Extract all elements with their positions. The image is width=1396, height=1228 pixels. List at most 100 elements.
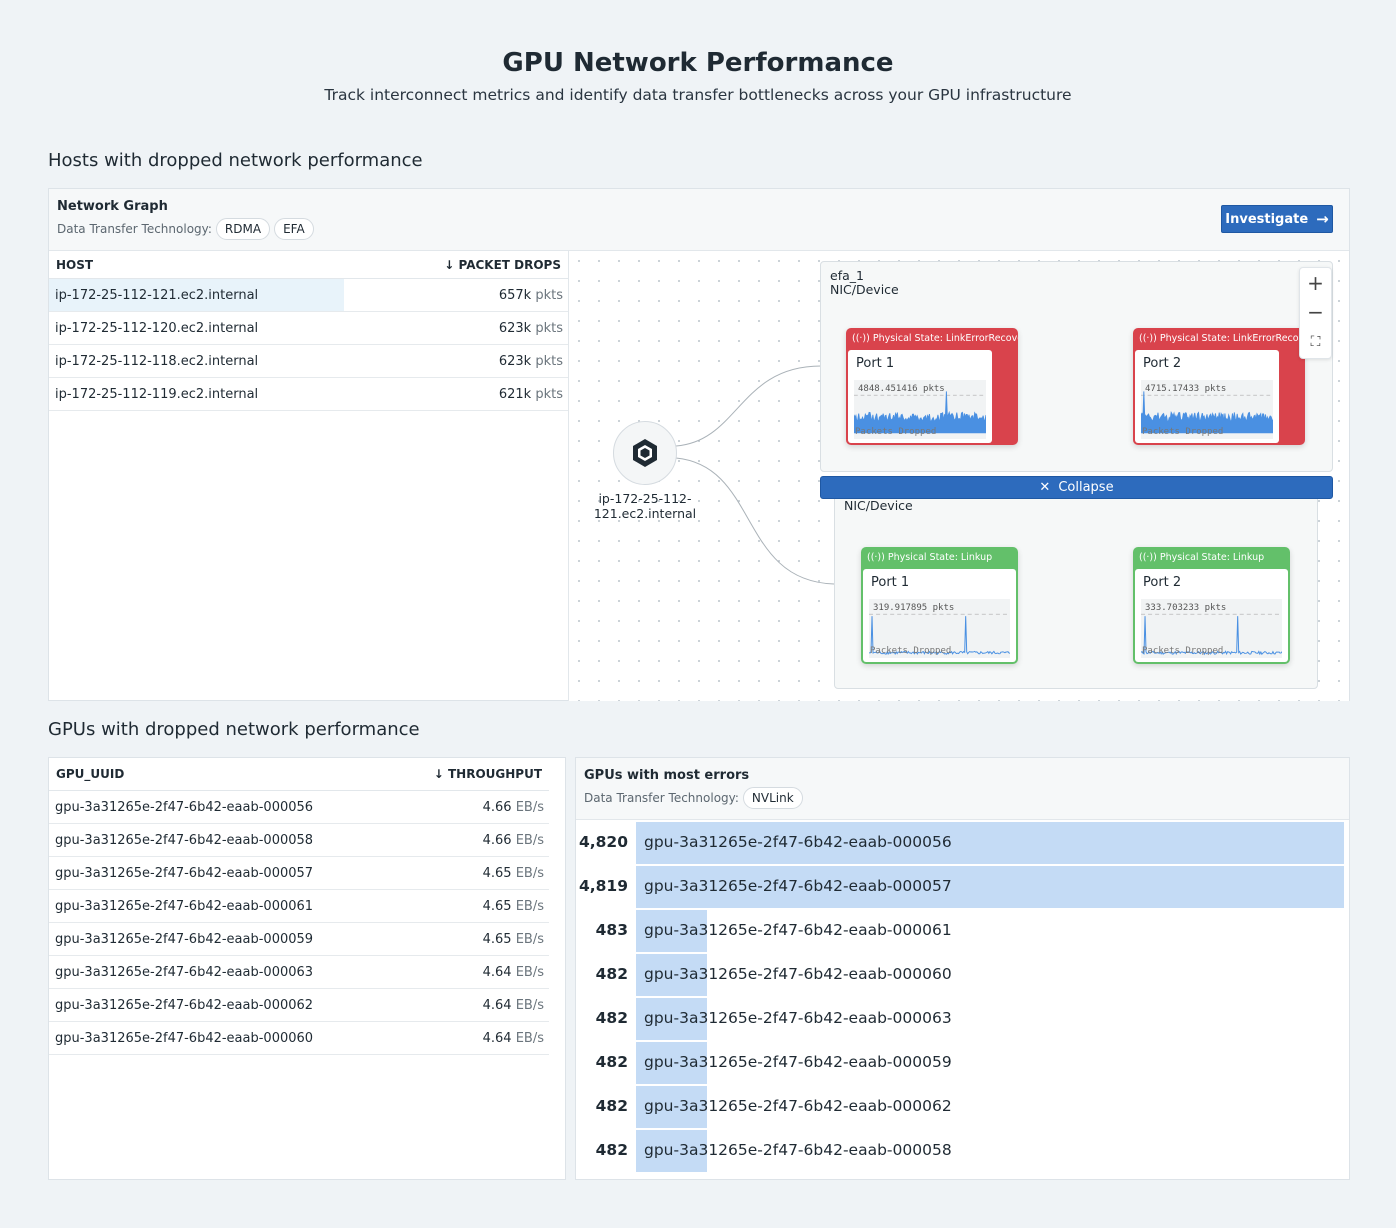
network-graph-panel: Network Graph Data Transfer Technology: … [48, 188, 1350, 701]
col-throughput[interactable]: ↓ THROUGHPUT [434, 767, 542, 781]
col-packet-drops[interactable]: ↓ PACKET DROPS [444, 258, 561, 272]
sparkline-line [1141, 391, 1273, 421]
zoom-out-icon[interactable]: − [1300, 298, 1331, 328]
gpu-uuid: gpu-3a31265e-2f47-6b42-eaab-000058 [55, 833, 313, 848]
edge-efa1 [676, 366, 821, 446]
error-gpu-uuid: gpu-3a31265e-2f47-6b42-eaab-000058 [644, 1141, 952, 1159]
error-count: 482 [576, 965, 628, 983]
gpu-uuid: gpu-3a31265e-2f47-6b42-eaab-000063 [55, 965, 313, 980]
chip-efa[interactable]: EFA [274, 218, 314, 240]
throughput: 4.64 EB/s [483, 998, 544, 1013]
signal-icon: ((·)) [852, 333, 870, 344]
host-node-label: ip-172-25-112-121.ec2.internal [579, 491, 711, 521]
investigate-button[interactable]: Investigate → [1221, 205, 1333, 233]
sparkline-metric: Packets Dropped [1142, 427, 1223, 437]
error-gpu-uuid: gpu-3a31265e-2f47-6b42-eaab-000060 [644, 965, 952, 983]
gpus-section-heading: GPUs with dropped network performance [48, 719, 420, 740]
packet-drops: 623k pkts [499, 354, 563, 369]
chip-rdma[interactable]: RDMA [216, 218, 270, 240]
port-body: Port 2 333.703233 pkts Packets Dropped [1135, 569, 1288, 662]
sparkline-metric: Packets Dropped [1142, 646, 1223, 656]
gpu-row[interactable]: gpu-3a31265e-2f47-6b42-eaab-000063 4.64 … [49, 956, 549, 989]
port-card[interactable]: ((·)) Physical State: Linkup Port 2 333.… [1133, 547, 1290, 664]
sparkline-value: 333.703233 pkts [1145, 603, 1226, 613]
error-bar-row[interactable]: 4,820 gpu-3a31265e-2f47-6b42-eaab-000056 [576, 821, 1348, 865]
zoom-in-icon[interactable]: + [1300, 268, 1331, 298]
error-bar-row[interactable]: 482 gpu-3a31265e-2f47-6b42-eaab-000060 [576, 953, 1348, 997]
gpu-row[interactable]: gpu-3a31265e-2f47-6b42-eaab-000062 4.64 … [49, 989, 549, 1022]
host-row[interactable]: ip-172-25-112-120.ec2.internal 623k pkts [49, 312, 568, 345]
host-row[interactable]: ip-172-25-112-121.ec2.internal 657k pkts [49, 279, 568, 312]
error-gpu-uuid: gpu-3a31265e-2f47-6b42-eaab-000056 [644, 833, 952, 851]
error-bar-row[interactable]: 482 gpu-3a31265e-2f47-6b42-eaab-000063 [576, 997, 1348, 1041]
host-node[interactable] [613, 421, 677, 485]
port-state: ((·)) Physical State: LinkErrorRecovery [1133, 328, 1305, 349]
host-row[interactable]: ip-172-25-112-119.ec2.internal 621k pkts [49, 378, 568, 411]
chip-nvlink[interactable]: NVLink [743, 787, 803, 809]
gpu-uuid: gpu-3a31265e-2f47-6b42-eaab-000061 [55, 899, 313, 914]
hexagon-host-icon [631, 438, 659, 468]
gpu-row[interactable]: gpu-3a31265e-2f47-6b42-eaab-000057 4.65 … [49, 857, 549, 890]
error-bar-row[interactable]: 482 gpu-3a31265e-2f47-6b42-eaab-000062 [576, 1085, 1348, 1129]
sort-down-icon: ↓ [434, 767, 444, 781]
gpu-uuid: gpu-3a31265e-2f47-6b42-eaab-000060 [55, 1031, 313, 1046]
host-name: ip-172-25-112-119.ec2.internal [55, 387, 258, 402]
network-graph-canvas[interactable]: ip-172-25-112-121.ec2.internal efa_1 NIC… [569, 251, 1349, 701]
port-card[interactable]: ((·)) Physical State: LinkErrorRecovery … [846, 328, 1018, 445]
panel-title: GPUs with most errors [584, 768, 749, 783]
gpu-row[interactable]: gpu-3a31265e-2f47-6b42-eaab-000061 4.65 … [49, 890, 549, 923]
zoom-controls: + − ⛶ [1299, 267, 1332, 359]
throughput: 4.65 EB/s [483, 866, 544, 881]
signal-icon: ((·)) [1139, 552, 1157, 563]
gpu-row[interactable]: gpu-3a31265e-2f47-6b42-eaab-000056 4.66 … [49, 791, 549, 824]
gpu-row[interactable]: gpu-3a31265e-2f47-6b42-eaab-000059 4.65 … [49, 923, 549, 956]
col-host[interactable]: HOST [56, 258, 93, 272]
host-row[interactable]: ip-172-25-112-118.ec2.internal 623k pkts [49, 345, 568, 378]
panel-title: Network Graph [57, 199, 168, 214]
error-bar-row[interactable]: 482 gpu-3a31265e-2f47-6b42-eaab-000059 [576, 1041, 1348, 1085]
collapse-button[interactable]: ✕Collapse [820, 476, 1333, 499]
error-bar-row[interactable]: 483 gpu-3a31265e-2f47-6b42-eaab-000061 [576, 909, 1348, 953]
port-body: Port 2 4715.17433 pkts Packets Dropped [1135, 350, 1279, 443]
throughput: 4.64 EB/s [483, 1031, 544, 1046]
gpu-uuid: gpu-3a31265e-2f47-6b42-eaab-000062 [55, 998, 313, 1013]
error-gpu-uuid: gpu-3a31265e-2f47-6b42-eaab-000062 [644, 1097, 952, 1115]
sparkline-value: 319.917895 pkts [873, 603, 954, 613]
port-name: Port 2 [1135, 350, 1279, 377]
throughput: 4.65 EB/s [483, 932, 544, 947]
port-body: Port 1 319.917895 pkts Packets Dropped [863, 569, 1016, 662]
error-count: 482 [576, 1053, 628, 1071]
gpu-row[interactable]: gpu-3a31265e-2f47-6b42-eaab-000058 4.66 … [49, 824, 549, 857]
port-card[interactable]: ((·)) Physical State: Linkup Port 1 319.… [861, 547, 1018, 664]
col-gpu-uuid[interactable]: GPU_UUID [56, 767, 124, 781]
hosts-table: HOST ↓ PACKET DROPS ip-172-25-112-121.ec… [49, 251, 569, 701]
gpu-throughput-table: GPU_UUID ↓ THROUGHPUT gpu-3a31265e-2f47-… [48, 757, 566, 1180]
port-state: ((·)) Physical State: LinkErrorRecovery [846, 328, 1018, 349]
sparkline: 4848.451416 pkts Packets Dropped [854, 380, 986, 439]
gpu-row[interactable]: gpu-3a31265e-2f47-6b42-eaab-000060 4.64 … [49, 1022, 549, 1055]
host-name: ip-172-25-112-121.ec2.internal [55, 288, 258, 303]
packet-drops: 623k pkts [499, 321, 563, 336]
sparkline: 333.703233 pkts Packets Dropped [1141, 599, 1282, 658]
tech-filter: Data Transfer Technology: RDMA EFA [57, 218, 314, 240]
arrow-right-icon: → [1316, 210, 1329, 228]
fit-view-icon[interactable]: ⛶ [1300, 328, 1331, 358]
port-card[interactable]: ((·)) Physical State: LinkErrorRecovery … [1133, 328, 1305, 445]
port-name: Port 1 [863, 569, 1016, 596]
tech-filter: Data Transfer Technology: NVLink [584, 787, 803, 809]
page-subtitle: Track interconnect metrics and identify … [0, 86, 1396, 104]
edge-nic2 [676, 458, 834, 584]
throughput: 4.65 EB/s [483, 899, 544, 914]
tech-label: Data Transfer Technology: [57, 222, 212, 236]
packet-drops: 621k pkts [499, 387, 563, 402]
group-type: NIC/Device [830, 282, 899, 297]
investigate-label: Investigate [1225, 212, 1308, 227]
port-state: ((·)) Physical State: Linkup [861, 547, 1018, 568]
error-bar-row[interactable]: 4,819 gpu-3a31265e-2f47-6b42-eaab-000057 [576, 865, 1348, 909]
error-count: 482 [576, 1009, 628, 1027]
host-name: ip-172-25-112-118.ec2.internal [55, 354, 258, 369]
error-bar-row[interactable]: 482 gpu-3a31265e-2f47-6b42-eaab-000058 [576, 1129, 1348, 1173]
hosts-section-heading: Hosts with dropped network performance [48, 150, 423, 171]
panel-header: GPUs with most errors Data Transfer Tech… [576, 758, 1349, 820]
error-gpu-uuid: gpu-3a31265e-2f47-6b42-eaab-000059 [644, 1053, 952, 1071]
